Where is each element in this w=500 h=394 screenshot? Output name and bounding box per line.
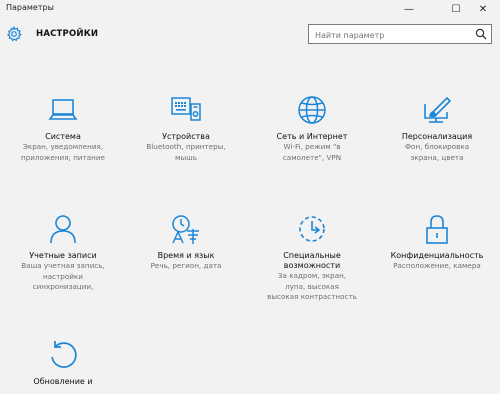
- tile-accounts[interactable]: Учетные записи Ваша учетная запись, наст…: [8, 213, 118, 293]
- tile-system[interactable]: Система Экран, уведомления, приложения; …: [8, 94, 118, 163]
- tile-desc-line: Фон, блокировка: [404, 142, 470, 151]
- search-input[interactable]: [313, 27, 467, 43]
- tile-label-line: Специальные: [283, 251, 341, 260]
- tile-desc-line: лупа, высокая: [285, 281, 339, 291]
- person-icon: [47, 213, 79, 245]
- search-box[interactable]: [308, 24, 492, 44]
- tile-privacy[interactable]: Конфиденциальность Расположение, камера: [382, 213, 492, 272]
- tile-time-language[interactable]: Время и язык Речь, регион, дата: [131, 213, 241, 272]
- tile-desc-line: экрана, цвета: [410, 152, 464, 162]
- laptop-icon: [47, 94, 79, 126]
- tile-label: Учетные записи: [29, 251, 97, 260]
- window-titlebar: Параметры — ☐ ✕: [0, 0, 500, 18]
- minimize-button[interactable]: —: [396, 0, 422, 18]
- time-language-icon: [170, 213, 202, 245]
- devices-icon: [170, 94, 202, 126]
- tile-desc-line: Экран, уведомления,: [22, 142, 104, 151]
- tile-label-line: Обновление и: [33, 377, 93, 386]
- tile-desc-line: мышь: [175, 152, 197, 162]
- tile-desc-line: Wi-Fi, режим "в: [283, 142, 341, 151]
- paintbrush-icon: [421, 94, 453, 126]
- tile-desc-line: За кадром, экран,: [277, 271, 347, 280]
- tile-network[interactable]: Сеть и Интернет Wi-Fi, режим "в самолете…: [257, 94, 367, 163]
- tile-desc-line: приложения; питание: [21, 152, 105, 162]
- search-icon[interactable]: [475, 28, 487, 40]
- tile-desc-line: Ваша учетная запись,: [21, 261, 105, 270]
- tile-accessibility[interactable]: Специальные возможности За кадром, экран…: [257, 213, 367, 303]
- tile-label: Конфиденциальность: [390, 251, 484, 260]
- tile-update-security[interactable]: Обновление и: [8, 339, 118, 387]
- page-title: НАСТРОЙКИ: [36, 29, 99, 39]
- tile-label: Персонализация: [401, 132, 473, 141]
- tile-label: Устройства: [162, 132, 210, 141]
- accessibility-icon: [296, 213, 328, 245]
- tile-personalization[interactable]: Персонализация Фон, блокировка экрана, ц…: [382, 94, 492, 163]
- tile-label: Время и язык: [157, 251, 215, 260]
- tile-desc-line: высокая контрастность: [267, 292, 357, 301]
- maximize-button[interactable]: ☐: [443, 0, 469, 18]
- tile-desc-line: Расположение, камера: [393, 261, 481, 270]
- gear-icon: [6, 26, 22, 42]
- tile-desc-line: самолете", VPN: [282, 152, 342, 162]
- update-icon: [47, 339, 79, 371]
- settings-header: НАСТРОЙКИ: [0, 18, 500, 52]
- tile-label: Система: [45, 132, 81, 141]
- tile-label-line: возможности: [283, 261, 341, 270]
- lock-icon: [421, 213, 453, 245]
- tile-desc-line: синхронизации,: [32, 282, 94, 291]
- window-title: Параметры: [6, 3, 54, 12]
- tile-desc-line: настройки: [43, 271, 83, 281]
- tile-desc-line: Bluetooth, принтеры,: [146, 142, 226, 151]
- globe-icon: [296, 94, 328, 126]
- tile-desc-line: Речь, регион, дата: [150, 261, 222, 270]
- close-button[interactable]: ✕: [470, 0, 496, 18]
- tile-label: Сеть и Интернет: [276, 132, 348, 141]
- tile-devices[interactable]: Устройства Bluetooth, принтеры, мышь: [131, 94, 241, 163]
